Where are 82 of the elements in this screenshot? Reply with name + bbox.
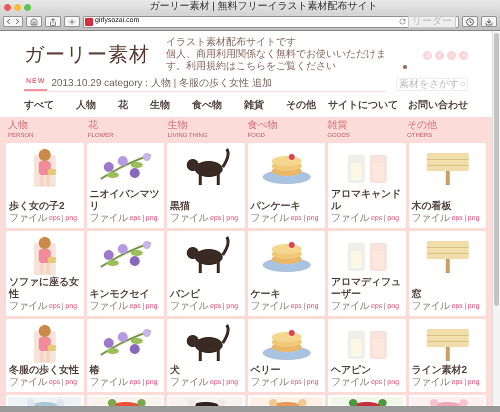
item-title: ニオイバンマツリ [90,188,160,212]
download-icon [485,18,493,26]
file-label: ファイル [331,300,369,312]
site-logo[interactable]: ガーリー素材 [24,40,150,70]
file-label: ファイル [331,376,369,388]
nav-link[interactable]: 花 [118,98,128,113]
file-label: ファイル [250,376,288,388]
category-name[interactable]: 人物 [8,120,85,132]
item-title: キンモクセイ [90,288,150,300]
plus-icon[interactable] [459,50,468,60]
item-title: ソファに座る女性 [9,276,80,300]
scrollbar-thumb[interactable] [494,33,499,306]
add-button[interactable] [64,16,80,27]
nav-link[interactable]: 雑貨 [244,98,264,113]
search-icon [460,81,465,88]
share-icon [49,18,57,26]
item-title: パンケーキ [250,200,302,212]
news-text[interactable]: 2013.10.29 category : 人物 | 冬服の歩く女性 追加 [51,78,272,90]
file-label: ファイル [9,376,47,388]
history-button[interactable] [462,16,478,27]
item-title: ヘアピン [331,364,372,376]
item-title: ベリー [250,364,282,376]
item-title: アロマキャンドル [331,188,402,212]
category-name[interactable]: その他 [407,120,484,132]
nav-link[interactable]: その他 [286,98,316,113]
nav-link[interactable]: 食べ物 [192,98,222,113]
downloads-button[interactable] [481,16,497,27]
file-label: ファイル [250,212,288,224]
back-forward-buttons[interactable] [3,16,23,27]
clock-icon [466,18,474,26]
window-title: ガーリー素材 | 無料フリーイラスト素材配布サイト [148,1,379,13]
file-label: ファイル [90,300,128,312]
letter-f-icon[interactable] [435,50,444,60]
search-field[interactable]: 素材をさがす [396,78,468,91]
item-title: 犬 [170,364,181,376]
item-title: 歩く女の子2 [9,200,66,212]
feed-icon[interactable] [447,50,456,60]
file-label: ファイル [9,212,47,224]
item-title: ライン素材2 [412,364,468,376]
file-label: ファイル [412,212,450,224]
item-title: ケーキ [250,288,282,300]
bird-icon[interactable] [423,50,432,60]
site-favicon-icon [85,18,93,26]
tagline-text: 個人、商用利用関係なく無料でお使いいただけます。利用規約はこちらをご覧ください [166,49,387,73]
file-label: ファイル [250,300,288,312]
file-label: ファイル [9,300,47,312]
file-label: ファイル [170,300,208,312]
file-label: ファイル [170,376,208,388]
nav-link[interactable]: サイトについて [328,98,398,113]
category-name[interactable]: 雑貨 [327,120,404,132]
item-title: 椿 [90,364,100,376]
close-button[interactable] [4,4,11,10]
file-label: ファイル [170,212,208,224]
nav-link[interactable]: 生物 [150,98,170,113]
reload-icon [399,18,406,25]
back-icon [4,17,13,26]
home-icon [30,18,38,26]
item-title: 冬服の歩く女性 [9,364,80,376]
forward-icon [13,17,22,26]
item-title: 木の看板 [412,200,452,212]
nav-link[interactable]: 人物 [76,98,96,113]
item-title: 黒猫 [170,200,191,212]
nav-link[interactable]: お問い合わせ [408,98,468,113]
minimize-button[interactable] [14,4,21,10]
category-name[interactable]: 花 [88,120,165,132]
tagline-text: イラスト素材配布サイトです [166,37,297,48]
item-title: バンビ [170,288,202,300]
file-label: ファイル [90,212,128,224]
file-label: ファイル [90,376,128,388]
category-name[interactable]: 生物 [168,120,244,132]
plus-icon [68,18,76,26]
file-label: ファイル [331,212,369,224]
scrollbar[interactable] [492,31,500,406]
zoom-button[interactable] [24,4,31,10]
share-button[interactable] [45,16,61,27]
item-title: 窓 [412,288,422,300]
home-button[interactable] [26,16,42,27]
file-label: ファイル [412,376,450,388]
file-label: ファイル [412,300,450,312]
nav-link[interactable]: すべて [24,98,54,113]
category-name[interactable]: 食べ物 [248,120,324,132]
item-title: アロマディフューザー [331,276,402,300]
